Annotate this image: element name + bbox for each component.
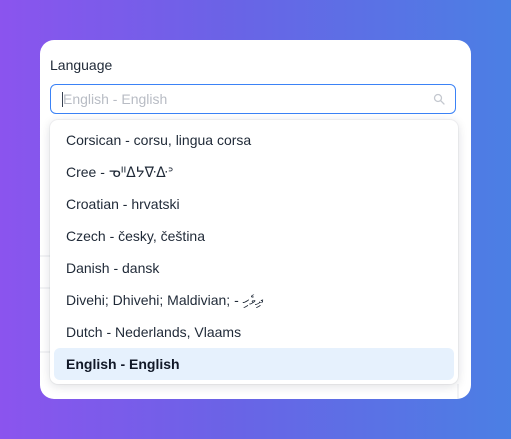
- language-option-cree[interactable]: Cree - ᓀᐦᐃᔭᐍᐏᐣ: [54, 156, 454, 188]
- language-option-english[interactable]: English - English: [54, 348, 454, 380]
- language-option-danish[interactable]: Danish - dansk: [54, 252, 454, 284]
- search-icon: [433, 93, 445, 105]
- language-label: Language: [50, 57, 113, 73]
- language-option-croatian[interactable]: Croatian - hrvatski: [54, 188, 454, 220]
- language-option-czech[interactable]: Czech - česky, čeština: [54, 220, 454, 252]
- settings-card: Language Corsican - corsu, lingua corsa …: [40, 40, 471, 399]
- language-option-divehi[interactable]: Divehi; Dhivehi; Maldivian; - ދިވެހި: [54, 284, 454, 316]
- language-option-corsican[interactable]: Corsican - corsu, lingua corsa: [54, 124, 454, 156]
- language-search-input[interactable]: [63, 85, 423, 113]
- language-select[interactable]: [50, 84, 456, 114]
- language-dropdown-list: Corsican - corsu, lingua corsa Cree - ᓀᐦ…: [50, 120, 458, 384]
- language-option-dutch[interactable]: Dutch - Nederlands, Vlaams: [54, 316, 454, 348]
